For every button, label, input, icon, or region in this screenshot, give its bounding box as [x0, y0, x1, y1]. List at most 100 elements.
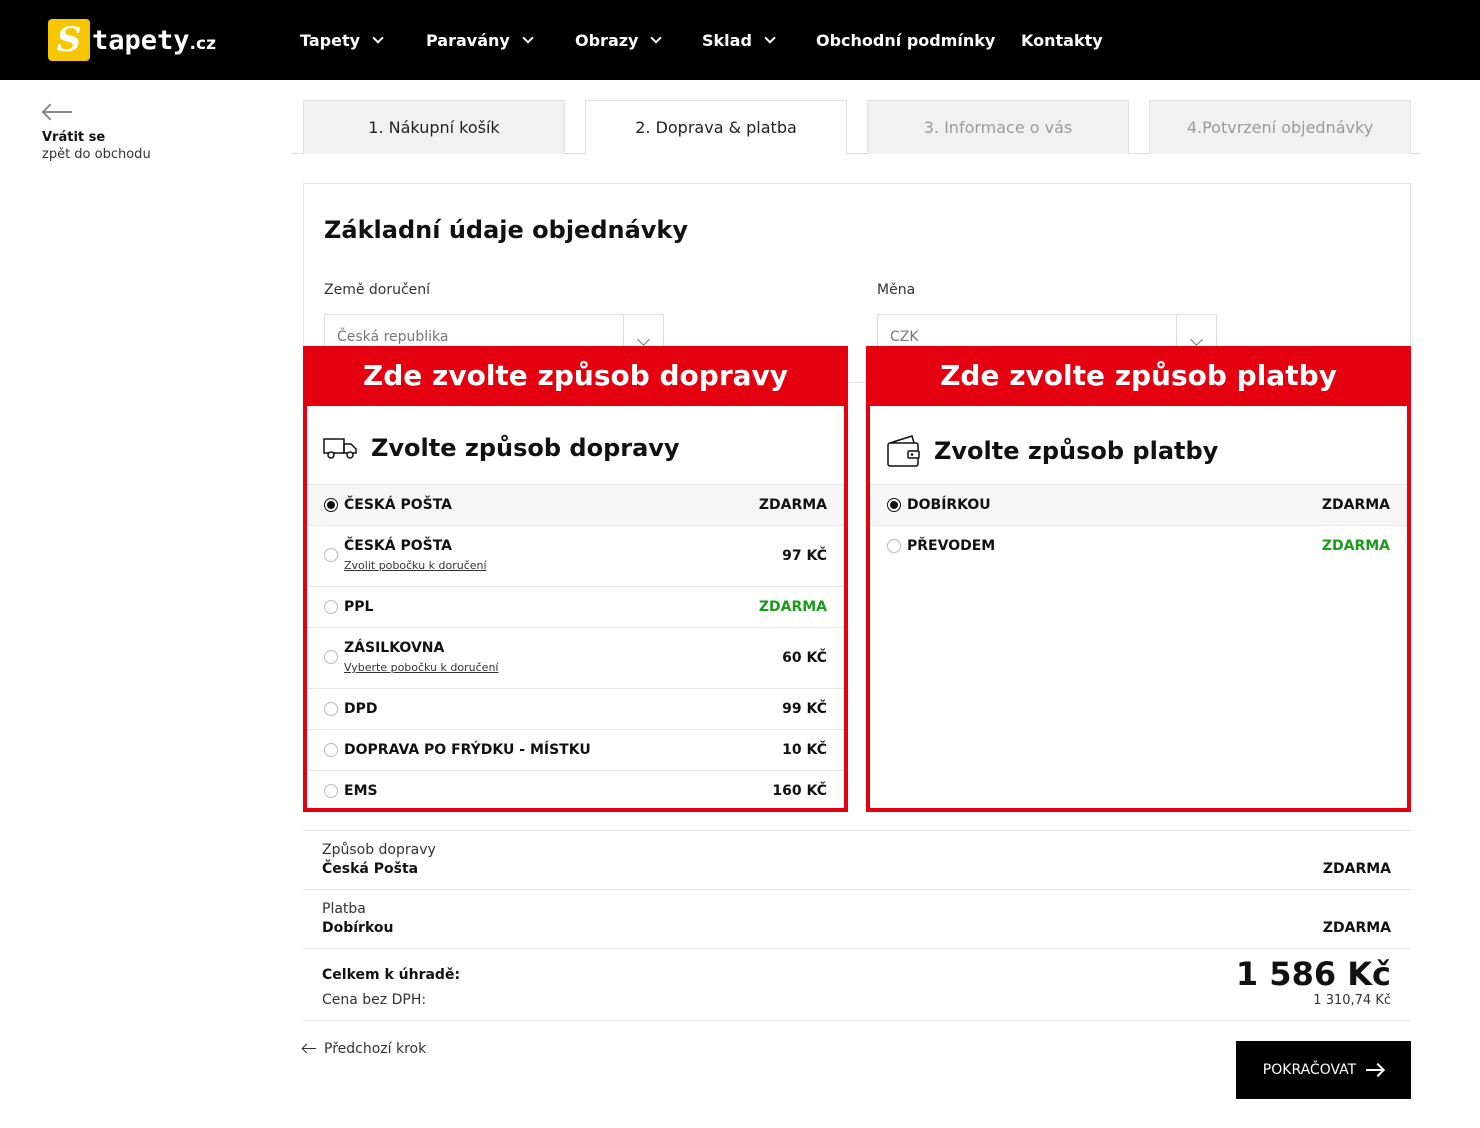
total-label: Celkem k úhradě: — [322, 967, 461, 983]
option-price: 10 KČ — [782, 742, 827, 758]
shipping-option-ceska-posta-branch[interactable]: ČESKÁ POŠTA Zvolit pobočku k doručení 97… — [307, 525, 844, 586]
payment-title-text: Zvolte způsob platby — [934, 437, 1219, 465]
nav-item-label: Sklad — [702, 30, 752, 50]
option-price: 97 KČ — [782, 548, 827, 564]
option-price: ZDARMA — [1321, 497, 1390, 513]
nav-item-label: Obchodní podmínky — [816, 30, 996, 50]
option-price: ZDARMA — [758, 599, 827, 615]
radio-selected[interactable] — [887, 498, 901, 512]
nav-item-obrazy[interactable]: Obrazy — [575, 0, 663, 80]
payment-banner: Zde zvolte způsob platby — [866, 346, 1411, 406]
nav-item-obchodni-podminky[interactable]: Obchodní podmínky — [816, 0, 995, 80]
total-amount: 1 586 Kč — [1235, 955, 1391, 993]
step-customer-info: 3. Informace o vás — [867, 100, 1129, 154]
nav-item-label: Paravány — [426, 30, 510, 50]
section-title: Základní údaje objednávky — [324, 216, 689, 244]
shipping-option-ems[interactable]: EMS 160 KČ — [307, 770, 844, 808]
back-to-shop-link[interactable]: Vrátit se zpět do obchodu — [42, 104, 151, 162]
radio[interactable] — [324, 600, 338, 614]
net-amount: 1 310,74 Kč — [1313, 993, 1391, 1008]
option-price: 60 KČ — [782, 650, 827, 666]
summary-total-row: Celkem k úhradě: Cena bez DPH: 1 586 Kč … — [303, 948, 1411, 1021]
radio[interactable] — [887, 539, 901, 553]
summary-payment-label: Platba — [322, 901, 366, 917]
currency-value: CZK — [890, 329, 919, 345]
option-name: ČESKÁ POŠTA — [344, 538, 453, 554]
shipping-title: Zvolte způsob dopravy — [323, 434, 680, 462]
shipping-panel: Zde zvolte způsob dopravy Zvolte způsob … — [303, 346, 848, 812]
payment-panel: Zde zvolte způsob platby Zvolte způsob p… — [866, 346, 1411, 812]
payment-title: Zvolte způsob platby — [886, 434, 1218, 468]
summary-shipping-row: Způsob dopravy Česká Pošta ZDARMA — [303, 830, 1411, 889]
nav-item-tapety[interactable]: Tapety — [300, 0, 384, 80]
truck-icon — [323, 438, 357, 459]
option-price: ZDARMA — [758, 497, 827, 513]
radio[interactable] — [324, 650, 338, 664]
logo-tld: .cz — [189, 34, 216, 54]
nav-item-paravany[interactable]: Paravány — [426, 0, 534, 80]
net-price-label: Cena bez DPH: — [322, 992, 427, 1008]
chevron-down-icon — [372, 31, 384, 44]
radio[interactable] — [324, 702, 338, 716]
step-cart[interactable]: 1. Nákupní košík — [303, 100, 565, 154]
payment-option-prevodem[interactable]: PŘEVODEM ZDARMA — [870, 525, 1407, 566]
radio[interactable] — [324, 784, 338, 798]
radio[interactable] — [324, 548, 338, 562]
previous-step-label: Předchozí krok — [324, 1041, 427, 1057]
option-price: ZDARMA — [1321, 538, 1390, 554]
radio-selected[interactable] — [324, 498, 338, 512]
shipping-option-frydek-mistek[interactable]: DOPRAVA PO FRÝDKU - MÍSTKU 10 KČ — [307, 729, 844, 770]
shipping-option-dpd[interactable]: DPD 99 KČ — [307, 688, 844, 729]
arrow-left-icon — [42, 104, 72, 120]
step-order-confirmation: 4.Potvrzení objednávky — [1149, 100, 1411, 154]
summary-shipping-label: Způsob dopravy — [322, 842, 436, 858]
country-label: Země doručení — [324, 282, 431, 298]
continue-label: POKRAČOVAT — [1262, 1062, 1357, 1078]
shipping-option-ceska-posta[interactable]: ČESKÁ POŠTA ZDARMA — [307, 484, 844, 525]
nav-item-label: Tapety — [300, 30, 361, 50]
summary-payment-row: Platba Dobírkou ZDARMA — [303, 889, 1411, 948]
arrow-right-icon — [1366, 1064, 1385, 1076]
option-name: EMS — [344, 783, 378, 799]
back-subtitle: zpět do obchodu — [42, 147, 151, 162]
summary-payment-value: Dobírkou — [322, 920, 394, 936]
previous-step-link[interactable]: Předchozí krok — [302, 1041, 426, 1057]
option-name: ČESKÁ POŠTA — [344, 497, 453, 513]
shipping-option-zasilkovna[interactable]: ZÁSILKOVNA Vyberte pobočku k doručení 60… — [307, 627, 844, 688]
nav-item-label: Obrazy — [575, 30, 639, 50]
summary-shipping-price: ZDARMA — [1322, 861, 1391, 877]
step-shipping-payment[interactable]: 2. Doprava & platba — [585, 100, 847, 155]
continue-button[interactable]: POKRAČOVAT — [1236, 1041, 1411, 1099]
currency-label: Měna — [877, 282, 916, 298]
arrow-left-icon — [302, 1044, 316, 1054]
option-name: DOPRAVA PO FRÝDKU - MÍSTKU — [344, 742, 591, 758]
top-navigation-bar: S tapety .cz Tapety Paravány Obrazy Skla… — [0, 0, 1480, 80]
payment-option-dobirkou[interactable]: DOBÍRKOU ZDARMA — [870, 484, 1407, 525]
option-name: PPL — [344, 599, 374, 615]
option-price: 99 KČ — [782, 701, 827, 717]
option-price: 160 KČ — [772, 783, 827, 799]
country-value: Česká republika — [337, 329, 449, 345]
shipping-banner: Zde zvolte způsob dopravy — [303, 346, 848, 406]
wallet-icon — [887, 435, 920, 467]
nav-item-sklad[interactable]: Sklad — [702, 0, 776, 80]
nav-item-label: Kontakty — [1021, 30, 1103, 50]
choose-branch-link[interactable]: Zvolit pobočku k doručení — [344, 559, 487, 572]
shipping-title-text: Zvolte způsob dopravy — [371, 434, 680, 462]
radio[interactable] — [324, 743, 338, 757]
chevron-down-icon — [764, 31, 776, 44]
option-name: ZÁSILKOVNA — [344, 640, 445, 656]
chevron-down-icon — [650, 31, 663, 44]
logo-mark: S — [48, 19, 90, 61]
chevron-down-icon — [522, 31, 534, 44]
shipping-option-ppl[interactable]: PPL ZDARMA — [307, 586, 844, 627]
summary-payment-price: ZDARMA — [1322, 920, 1391, 936]
choose-branch-link[interactable]: Vyberte pobočku k doručení — [344, 661, 498, 674]
option-name: DOBÍRKOU — [907, 497, 991, 513]
nav-item-kontakty[interactable]: Kontakty — [1021, 0, 1103, 80]
site-logo[interactable]: S tapety .cz — [48, 18, 216, 62]
summary-shipping-value: Česká Pošta — [322, 861, 419, 877]
logo-text: tapety — [92, 24, 190, 56]
option-name: PŘEVODEM — [907, 538, 996, 554]
back-title: Vrátit se — [42, 130, 106, 145]
